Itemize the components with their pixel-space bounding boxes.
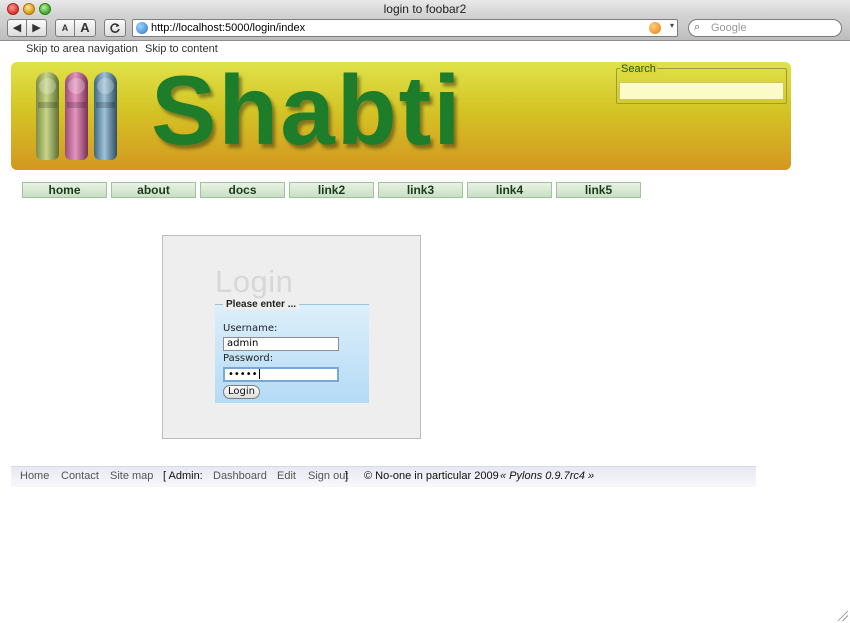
password-mask: ••••• [228,369,258,380]
username-input[interactable]: admin [223,337,339,351]
nav-link5[interactable]: link5 [556,182,641,198]
footer-sitemap-link[interactable]: Site map [110,470,153,482]
url-text[interactable]: http://localhost:5000/login/index [151,22,305,34]
search-icon: ⌕ [694,21,701,33]
chevron-down-icon[interactable]: ▾ [670,21,674,30]
site-banner: Shabti Search [11,62,791,170]
footer-signout-link[interactable]: Sign out [308,470,348,482]
nav-link2[interactable]: link2 [289,182,374,198]
username-label: Username: [223,323,278,334]
site-search-fieldset: Search [616,63,787,104]
back-button[interactable]: ◀ [7,19,27,37]
skip-to-area-navigation-link[interactable]: Skip to area navigation [26,43,138,55]
password-input[interactable]: ••••• [223,367,339,382]
footer-home-link[interactable]: Home [20,470,49,482]
footer-admin-close: ] [345,470,349,482]
footer-admin-label: [ Admin: [163,470,203,482]
search-legend: Search [620,63,657,75]
footer-edit-link[interactable]: Edit [277,470,296,482]
nav-docs[interactable]: docs [200,182,285,198]
footer-contact-link[interactable]: Contact [61,470,99,482]
reload-button[interactable] [104,19,126,37]
window-title: login to foobar2 [383,2,467,16]
snapback-icon[interactable] [649,22,661,34]
address-bar[interactable]: http://localhost:5000/login/index ▾ [132,19,678,37]
forward-button[interactable]: ▶ [27,19,47,37]
shabti-figure-icon [94,72,117,160]
text-caret [258,369,260,379]
browser-search-field[interactable]: ⌕ Google [688,19,842,37]
site-footer: Home Contact Site map [ Admin: Dashboard… [11,466,756,487]
text-bigger-button[interactable]: A [75,19,96,37]
login-fieldset: Please enter ... Username: admin Passwor… [215,299,369,403]
shabti-figure-icon [65,72,88,160]
nav-link4[interactable]: link4 [467,182,552,198]
footer-copyright: © No-one in particular 2009 [364,470,499,482]
window-titlebar: login to foobar2 [0,0,850,19]
login-button[interactable]: Login [223,385,260,399]
window-resize-grip-icon[interactable] [838,611,848,621]
search-placeholder: Google [711,22,747,34]
login-legend: Please enter ... [223,299,300,310]
text-smaller-button[interactable]: A [55,19,75,37]
globe-icon [136,22,148,34]
footer-pylons-version: « Pylons 0.9.7rc4 » [500,470,595,482]
nav-link3[interactable]: link3 [378,182,463,198]
site-search-input[interactable] [619,82,784,100]
browser-toolbar: ◀ ▶ A A http://localhost:5000/login/inde… [0,18,850,41]
site-title: Shabti [151,62,463,165]
skip-to-content-link[interactable]: Skip to content [145,43,218,55]
login-panel: Login Please enter ... Username: admin P… [162,235,421,439]
shabti-figure-icon [36,72,59,160]
password-label: Password: [223,353,274,364]
login-heading: Login [215,264,294,299]
nav-about[interactable]: about [111,182,196,198]
footer-dashboard-link[interactable]: Dashboard [213,470,267,482]
reload-icon [110,23,120,33]
nav-home[interactable]: home [22,182,107,198]
